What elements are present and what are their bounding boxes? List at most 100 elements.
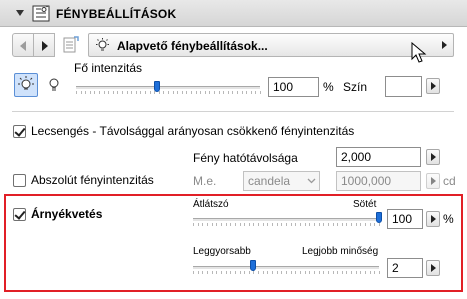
slider-tick (290, 271, 292, 274)
opacity-button[interactable] (426, 211, 440, 227)
slider-tick (220, 223, 222, 226)
unit-select[interactable]: candela (243, 171, 320, 191)
slider-tick (244, 271, 246, 274)
slider-tick (260, 91, 261, 94)
slider-tick (309, 223, 311, 226)
slider-tick (281, 223, 283, 226)
shadow-label: Árnyékvetés (31, 207, 103, 221)
slider-tick (103, 91, 105, 94)
preset-dropdown[interactable]: Alapvető fénybeállítások... (88, 33, 454, 57)
slider-tick (246, 91, 248, 94)
slider-tick (216, 271, 218, 274)
slider-tick (234, 223, 236, 226)
mouse-cursor-icon (411, 42, 427, 63)
slider-tick (89, 91, 91, 94)
slider-tick (369, 271, 371, 274)
slider-tick (202, 271, 204, 274)
quality-slider-thumb[interactable] (249, 260, 256, 271)
slider-tick (262, 223, 264, 226)
light-off-button[interactable] (42, 73, 66, 97)
light-range-label: Fény hatótávolsága (193, 151, 298, 165)
slider-tick (117, 91, 119, 94)
slider-tick (323, 223, 325, 226)
slider-tick (346, 223, 348, 226)
slider-tick (193, 223, 194, 226)
absolute-intensity-label: Abszolút fényintenzitás (31, 173, 154, 187)
slider-tick (220, 271, 222, 274)
slider-tick (206, 223, 208, 226)
slider-tick (286, 271, 287, 274)
slider-tick (355, 223, 357, 226)
quality-right-label: Legjobb minőség (302, 246, 379, 257)
slider-tick (351, 271, 353, 274)
opacity-right-label: Sötét (353, 199, 377, 210)
slider-tick (76, 91, 77, 94)
slider-tick (131, 91, 133, 94)
slider-tick (204, 91, 206, 94)
slider-tick (225, 223, 227, 226)
opacity-input[interactable]: 100 (387, 209, 423, 229)
previous-preset-button[interactable] (12, 33, 34, 57)
light-range-button[interactable] (426, 149, 440, 165)
slider-tick (244, 223, 246, 226)
slider-tick (234, 271, 236, 274)
slider-tick (202, 223, 204, 226)
slider-tick (193, 271, 194, 274)
opacity-slider-track[interactable] (193, 218, 379, 221)
slider-tick (379, 271, 380, 274)
absolute-intensity-checkbox[interactable] (13, 174, 26, 187)
absolute-intensity-input[interactable]: 1000,000 (336, 171, 421, 191)
slider-tick (239, 271, 241, 274)
light-range-input[interactable]: 2,000 (336, 147, 421, 167)
slider-tick (108, 91, 110, 94)
slider-tick (318, 223, 320, 226)
intensity-slider-track[interactable] (76, 86, 260, 89)
slider-tick (379, 223, 380, 226)
light-settings-icon (32, 5, 50, 22)
slider-tick (327, 271, 329, 274)
intensity-label: Fő intenzitás (74, 61, 143, 75)
slider-tick (94, 91, 96, 94)
chevron-down-icon (307, 178, 316, 184)
slider-tick (191, 91, 192, 94)
slider-tick (262, 271, 264, 274)
absolute-intensity-button[interactable] (426, 173, 440, 189)
next-preset-button[interactable] (33, 33, 55, 57)
intensity-unit: % (323, 80, 334, 94)
slider-tick (80, 91, 82, 94)
slider-tick (253, 223, 255, 226)
shadow-checkbox[interactable] (13, 208, 26, 221)
slider-tick (181, 91, 183, 94)
quality-input[interactable]: 2 (387, 258, 423, 278)
falloff-checkbox[interactable] (13, 125, 26, 138)
quality-slider-track[interactable] (193, 266, 379, 269)
slider-tick (304, 223, 306, 226)
slider-tick (313, 271, 315, 274)
slider-tick (241, 91, 243, 94)
preset-label: Alapvető fénybeállítások... (117, 39, 268, 53)
slider-tick (239, 223, 241, 226)
panel-header[interactable]: FÉNYBEÁLLÍTÁSOK (0, 0, 467, 27)
light-on-button[interactable] (14, 73, 38, 97)
slider-tick (248, 271, 250, 274)
slider-tick (332, 271, 334, 274)
slider-tick (258, 223, 260, 226)
slider-tick (250, 91, 252, 94)
slider-tick (197, 271, 199, 274)
color-picker-button[interactable] (426, 78, 440, 94)
preset-list-button[interactable] (59, 33, 83, 57)
intensity-input[interactable]: 100 (268, 77, 319, 97)
slider-tick (214, 91, 215, 94)
quality-button[interactable] (426, 260, 440, 276)
slider-tick (341, 271, 343, 274)
slider-tick (172, 91, 174, 94)
slider-tick (230, 223, 232, 226)
slider-tick (365, 223, 367, 226)
panel-title: FÉNYBEÁLLÍTÁSOK (56, 7, 177, 21)
slider-tick (209, 91, 211, 94)
color-swatch[interactable] (385, 76, 422, 97)
slider-tick (85, 91, 87, 94)
collapse-triangle-icon[interactable] (16, 10, 24, 16)
opacity-slider-thumb[interactable] (376, 212, 382, 223)
slider-tick (374, 223, 376, 226)
